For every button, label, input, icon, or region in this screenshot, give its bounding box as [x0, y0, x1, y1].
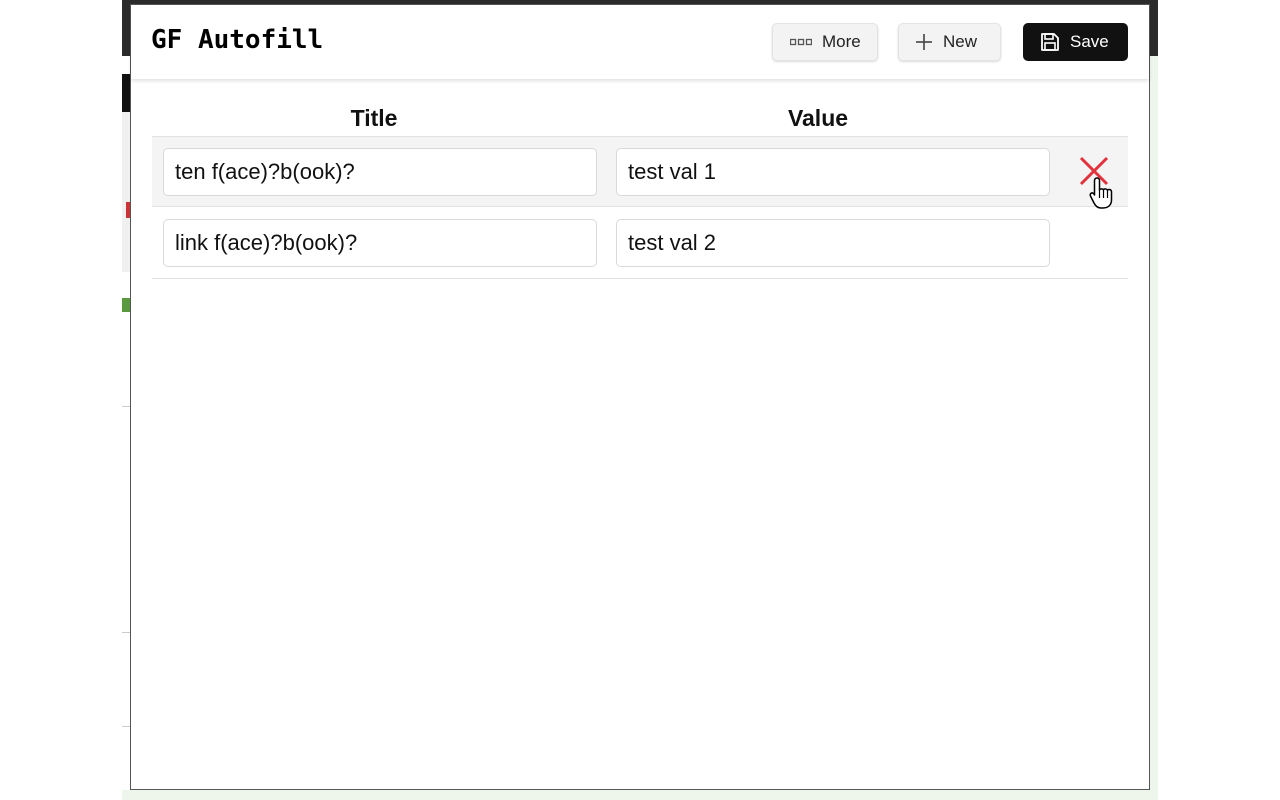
background-strip-bottom	[122, 790, 1158, 800]
dots-icon	[790, 38, 812, 46]
save-button-label: Save	[1070, 32, 1109, 51]
more-button[interactable]: More	[772, 23, 878, 61]
table-row	[152, 136, 1128, 207]
value-input[interactable]	[616, 219, 1050, 267]
background-strip-right	[1150, 56, 1158, 796]
new-button-label: New	[943, 32, 978, 51]
floppy-disk-icon	[1040, 32, 1060, 52]
new-button[interactable]: New	[898, 23, 1001, 61]
value-input[interactable]	[616, 148, 1050, 196]
column-header-value: Value	[787, 105, 849, 131]
popup-header: GF Autofill More New Save	[131, 5, 1149, 79]
autofill-popup: GF Autofill More New Save Title Value te…	[130, 4, 1150, 790]
column-header-title: Title	[350, 105, 398, 131]
more-button-label: More	[822, 32, 861, 51]
table-row	[152, 208, 1128, 279]
save-button[interactable]: Save	[1023, 23, 1128, 61]
hand-cursor-icon	[1088, 176, 1116, 215]
plus-icon	[915, 33, 933, 51]
title-input[interactable]	[163, 148, 597, 196]
app-logo: GF Autofill	[151, 25, 324, 55]
title-input[interactable]	[163, 219, 597, 267]
